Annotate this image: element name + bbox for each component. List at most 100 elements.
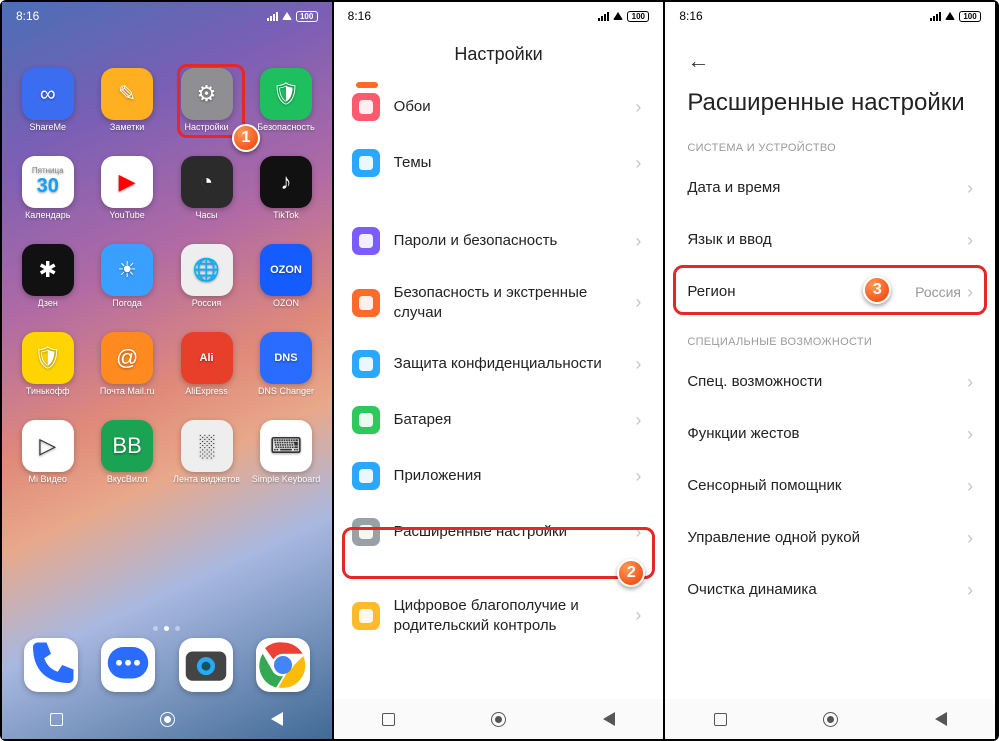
app-tiktok[interactable]: ♪TikTok (246, 156, 325, 238)
row-label: Расширенные настройки (394, 522, 636, 542)
row-icon (352, 462, 380, 490)
app-вкусвилл[interactable]: ВВВкусВилл (87, 420, 166, 502)
row-label: Спец. возможности (687, 372, 967, 392)
badge-step1: 1 (232, 124, 260, 152)
app-календарь[interactable]: Пятница30Календарь (8, 156, 87, 238)
app-label: Заметки (110, 123, 144, 133)
settings-row[interactable]: Батарея› (334, 392, 664, 448)
app-часы[interactable]: ◔Часы (167, 156, 246, 238)
nav-back[interactable] (603, 712, 615, 726)
section-header: СПЕЦИАЛЬНЫЕ ВОЗМОЖНОСТИ (665, 318, 995, 356)
row-label: Батарея (394, 410, 636, 430)
app-icon: ◔ (181, 156, 233, 208)
app-лента-виджетов[interactable]: ░Лента виджетов (167, 420, 246, 502)
battery-icon: 100 (296, 11, 318, 22)
battery-icon: 100 (627, 11, 649, 22)
settings-row[interactable]: Дата и время› (665, 162, 995, 214)
app-aliexpress[interactable]: Ali AliExpress (167, 332, 246, 414)
chevron-right-icon: › (967, 424, 973, 445)
app-заметки[interactable]: ✎ Заметки (87, 68, 166, 150)
status-time: 8:16 (16, 9, 39, 23)
app-label: Календарь (25, 211, 70, 221)
home-screen: 8:16 100 ∞ShareMe✎Заметки⚙Настройки🛡Безо… (2, 2, 334, 739)
app-mi-видео[interactable]: ▷Mi Видео (8, 420, 87, 502)
page-title: Настройки (334, 30, 664, 79)
chevron-right-icon: › (635, 97, 641, 118)
page-title: Расширенные настройки (687, 88, 973, 118)
app-shareme[interactable]: ∞ShareMe (8, 68, 87, 150)
row-icon (352, 149, 380, 177)
app-icon: OZON (260, 244, 312, 296)
row-icon (352, 518, 380, 546)
nav-recents[interactable] (714, 713, 727, 726)
dock-chat[interactable] (101, 638, 155, 692)
settings-row[interactable]: Функции жестов› (665, 408, 995, 460)
signal-icon (598, 12, 609, 21)
nav-recents[interactable] (382, 713, 395, 726)
settings-row[interactable]: Очистка динамика› (665, 564, 995, 616)
nav-home[interactable] (823, 712, 838, 727)
dock-phone[interactable] (24, 638, 78, 692)
settings-row[interactable]: Цифровое благополучие и родительский кон… (334, 582, 664, 649)
settings-row[interactable]: Язык и ввод› (665, 214, 995, 266)
row-icon (352, 289, 380, 317)
nav-recents[interactable] (50, 713, 63, 726)
chevron-right-icon: › (967, 528, 973, 549)
app-label: Лента виджетов (173, 475, 240, 485)
app-label: Тинькофф (26, 387, 70, 397)
app-icon: 🛡 (260, 68, 312, 120)
app-youtube[interactable]: ▶YouTube (87, 156, 166, 238)
app-ozon[interactable]: OZONOZON (246, 244, 325, 326)
settings-row[interactable]: Сенсорный помощник› (665, 460, 995, 512)
app-icon: ВВ (101, 420, 153, 472)
row-icon (352, 602, 380, 630)
row-label: Пароли и безопасность (394, 231, 636, 251)
status-bar: 8:16 100 (334, 2, 664, 30)
row-label: Управление одной рукой (687, 528, 967, 548)
app-россия[interactable]: 🌐Россия (167, 244, 246, 326)
wifi-icon (613, 12, 623, 20)
settings-row[interactable]: Спец. возможности› (665, 356, 995, 408)
settings-row[interactable]: Расширенные настройки› (334, 504, 664, 560)
nav-bar (665, 699, 995, 739)
app-icon: 🛡 (22, 332, 74, 384)
settings-row[interactable]: Защита конфиденциальности› (334, 336, 664, 392)
app-label: AliExpress (185, 387, 228, 397)
app-почта-mail-ru[interactable]: @Почта Mail.ru (87, 332, 166, 414)
status-bar: 8:16 100 (665, 2, 995, 30)
settings-row[interactable]: РегионРоссия› (665, 266, 995, 318)
chevron-right-icon: › (967, 580, 973, 601)
settings-row[interactable]: Безопасность и экстренные случаи› (334, 269, 664, 336)
nav-home[interactable] (160, 712, 175, 727)
app-icon: ⚙ (181, 68, 233, 120)
app-icon: ✎ (101, 68, 153, 120)
settings-row[interactable]: Управление одной рукой› (665, 512, 995, 564)
dock-camera[interactable] (179, 638, 233, 692)
app-icon: Ali (181, 332, 233, 384)
app-дзен[interactable]: ✱Дзен (8, 244, 87, 326)
advanced-list: СИСТЕМА И УСТРОЙСТВОДата и время›Язык и … (665, 124, 995, 739)
back-button[interactable]: ← (687, 48, 973, 74)
dock-chrome[interactable] (256, 638, 310, 692)
nav-back[interactable] (935, 712, 947, 726)
nav-home[interactable] (491, 712, 506, 727)
nav-back[interactable] (271, 712, 283, 726)
chevron-right-icon: › (635, 292, 641, 313)
app-label: ShareMe (29, 123, 66, 133)
settings-row[interactable]: Пароли и безопасность› (334, 213, 664, 269)
app-label: Mi Видео (29, 475, 67, 485)
section-header: СИСТЕМА И УСТРОЙСТВО (665, 124, 995, 162)
row-label: Сенсорный помощник (687, 476, 967, 496)
row-label: Защита конфиденциальности (394, 354, 636, 374)
settings-row[interactable]: Темы› (334, 135, 664, 191)
settings-row[interactable]: Приложения› (334, 448, 664, 504)
settings-row[interactable]: Обои› (334, 79, 664, 135)
row-label: Функции жестов (687, 424, 967, 444)
app-тинькофф[interactable]: 🛡 Тинькофф (8, 332, 87, 414)
chevron-right-icon: › (635, 605, 641, 626)
app-погода[interactable]: ☀Погода (87, 244, 166, 326)
app-simple-keyboard[interactable]: ⌨Simple Keyboard (246, 420, 325, 502)
app-dns-changer[interactable]: DNSDNS Changer (246, 332, 325, 414)
chevron-right-icon: › (967, 178, 973, 199)
row-label: Приложения (394, 466, 636, 486)
